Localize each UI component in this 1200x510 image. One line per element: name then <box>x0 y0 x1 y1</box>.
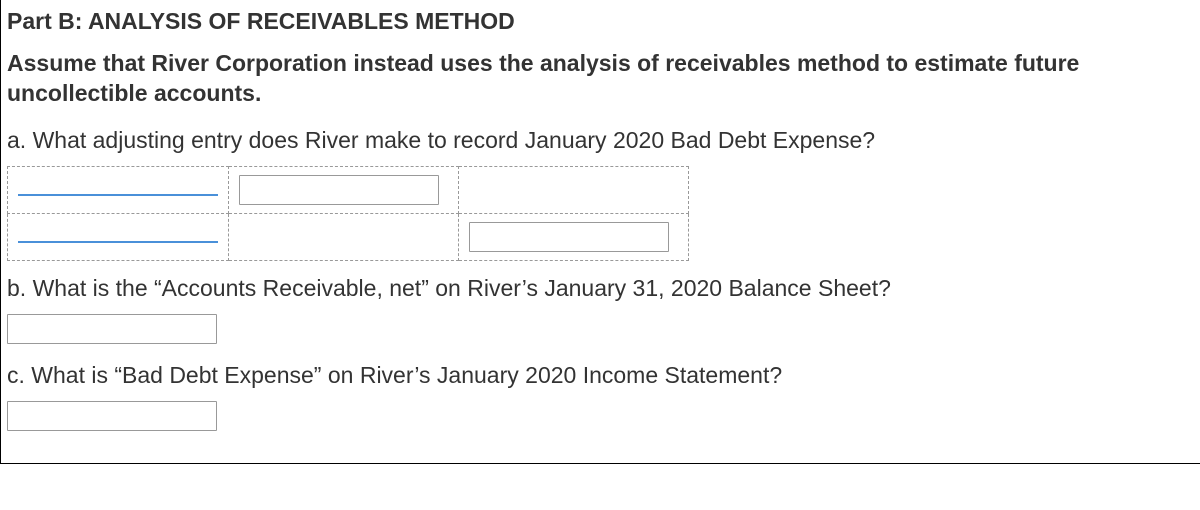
question-a-text: a. What adjusting entry does River make … <box>7 127 1190 154</box>
question-c-input-row <box>7 401 1190 431</box>
journal-entry-table <box>7 166 689 261</box>
instruction-text: Assume that River Corporation instead us… <box>7 49 1190 109</box>
debit-amount-input[interactable] <box>239 175 439 205</box>
debit-account-link[interactable] <box>18 178 218 196</box>
debit-account-cell <box>8 166 229 213</box>
credit-amount-input[interactable] <box>469 222 669 252</box>
table-row <box>8 213 689 260</box>
empty-cell <box>459 166 689 213</box>
question-b-text: b. What is the “Accounts Receivable, net… <box>7 275 1190 302</box>
question-b-input-row <box>7 314 1190 344</box>
debit-amount-cell <box>229 166 459 213</box>
question-c-text: c. What is “Bad Debt Expense” on River’s… <box>7 362 1190 389</box>
ar-net-input[interactable] <box>7 314 217 344</box>
table-row <box>8 166 689 213</box>
part-heading: Part B: ANALYSIS OF RECEIVABLES METHOD <box>7 8 1190 35</box>
empty-cell <box>229 213 459 260</box>
question-container: Part B: ANALYSIS OF RECEIVABLES METHOD A… <box>0 0 1200 464</box>
credit-account-link[interactable] <box>18 225 218 243</box>
bad-debt-expense-input[interactable] <box>7 401 217 431</box>
credit-amount-cell <box>459 213 689 260</box>
credit-account-cell <box>8 213 229 260</box>
